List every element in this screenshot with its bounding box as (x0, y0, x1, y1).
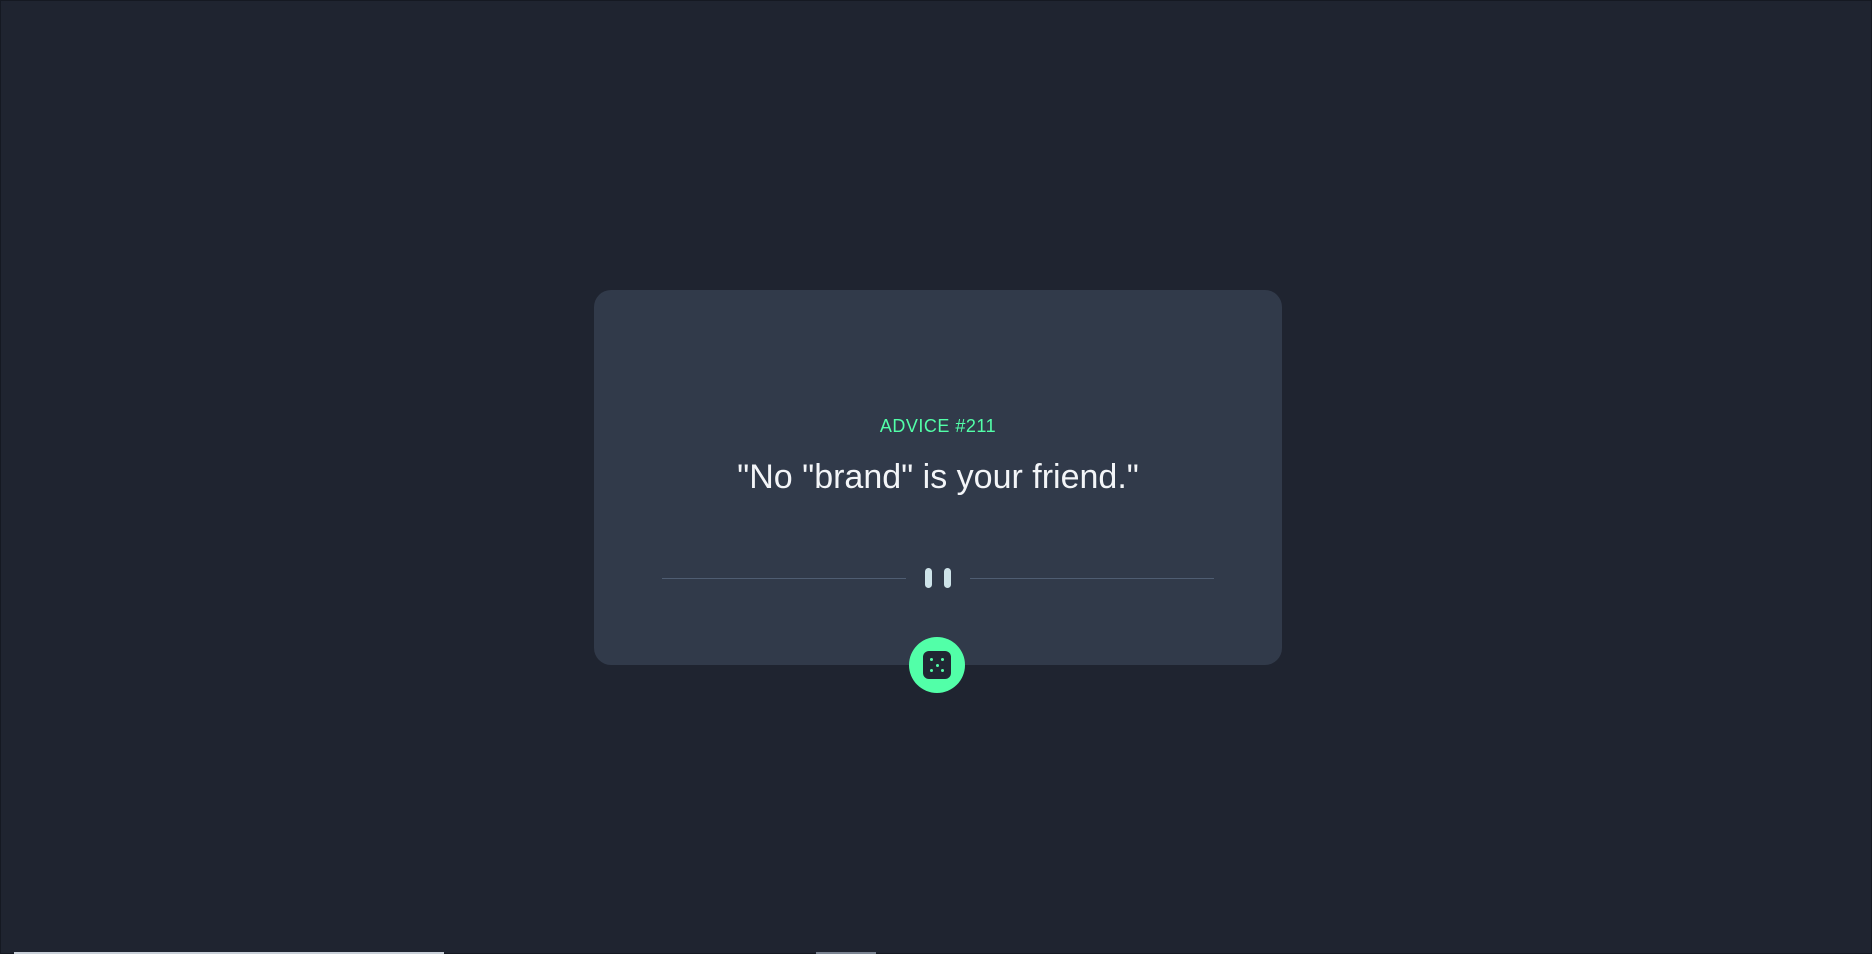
advice-id-label: ADVICE #211 (879, 416, 997, 436)
dice-dot (930, 658, 933, 661)
dice-dot (930, 669, 933, 672)
pause-bar-right (944, 568, 951, 588)
dice-dot (941, 669, 944, 672)
advice-quote: "No "brand" is your friend." (737, 458, 1139, 496)
dice-icon (923, 651, 951, 679)
divider-line-left (662, 578, 906, 579)
advice-card: ADVICE #211 "No "brand" is your friend." (594, 290, 1282, 665)
generate-advice-button[interactable] (909, 637, 965, 693)
divider-line-right (970, 578, 1214, 579)
dice-dot (935, 663, 939, 667)
pause-bar-left (925, 568, 932, 588)
pause-icon (925, 568, 951, 588)
dice-dot (941, 658, 944, 661)
